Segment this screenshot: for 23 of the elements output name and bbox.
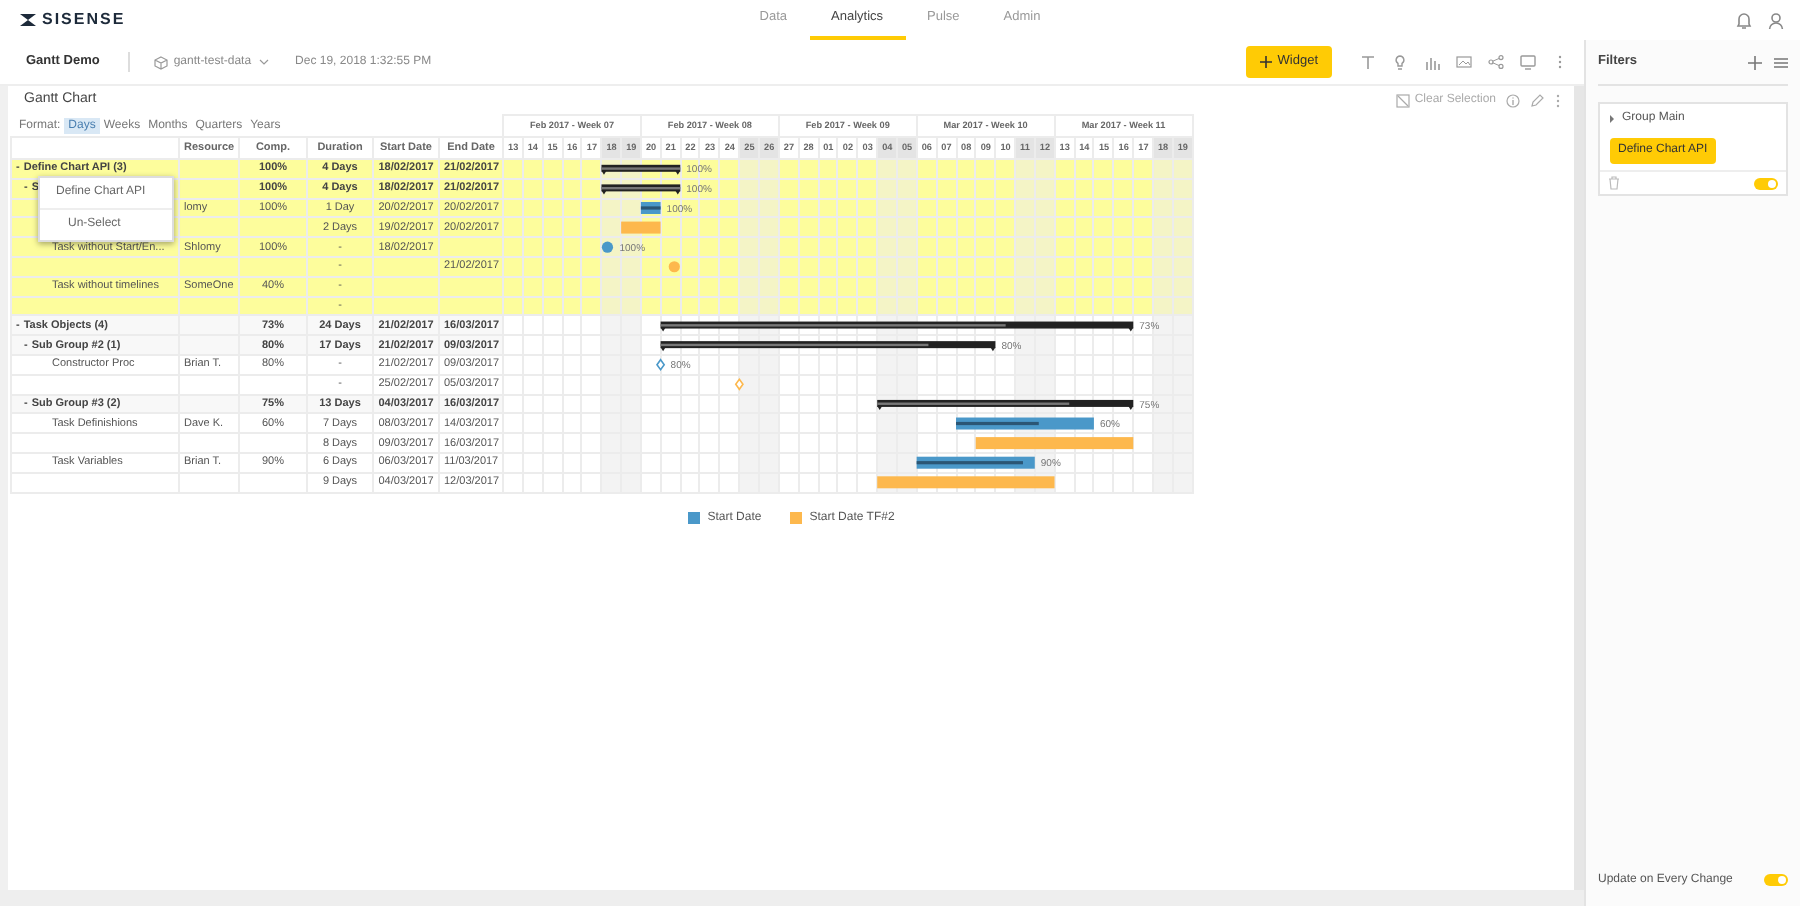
logo-icon: [20, 12, 38, 28]
caret-icon: [257, 58, 270, 66]
add-icon[interactable]: [1748, 55, 1762, 69]
kebab-menu-icon[interactable]: [1554, 93, 1562, 107]
expand-caret-icon[interactable]: [1608, 114, 1616, 124]
clear-selection-icon: [1396, 93, 1411, 107]
bulb-icon[interactable]: [1392, 54, 1408, 70]
image-icon[interactable]: [1456, 54, 1472, 70]
bar-chart-icon[interactable]: [1424, 54, 1440, 70]
cube-icon: [153, 55, 168, 69]
menu-icon[interactable]: [1774, 55, 1788, 69]
user-icon[interactable]: [1768, 11, 1784, 29]
share-icon[interactable]: [1488, 54, 1504, 70]
pencil-icon[interactable]: [1530, 93, 1544, 107]
info-icon[interactable]: [1506, 93, 1520, 107]
text-icon[interactable]: [1360, 54, 1376, 70]
plus-icon: [1259, 56, 1272, 68]
bell-icon[interactable]: [1736, 11, 1752, 29]
toggle-switch[interactable]: [1754, 177, 1778, 189]
trash-icon[interactable]: [1608, 176, 1620, 190]
monitor-icon[interactable]: [1520, 54, 1536, 70]
logo-text: SISENSE: [42, 8, 126, 32]
toggle-switch[interactable]: [1764, 874, 1788, 886]
